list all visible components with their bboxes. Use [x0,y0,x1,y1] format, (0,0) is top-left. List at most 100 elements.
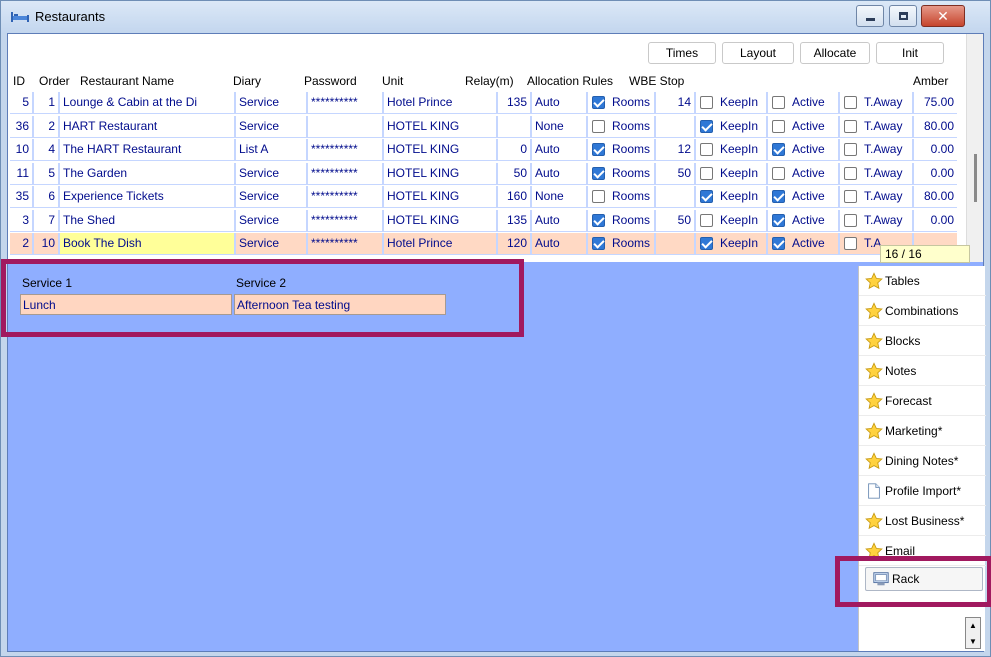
minimize-button[interactable] [856,5,884,27]
cell-name[interactable]: Lounge & Cabin at the Di [60,92,234,113]
rooms-checkbox[interactable] [592,119,605,133]
cell-amber[interactable]: 0.00 [914,209,957,231]
cell-amber[interactable]: 0.00 [914,139,957,160]
active-checkbox[interactable] [772,96,785,109]
keepin-checkbox[interactable] [700,213,713,227]
cell-unit[interactable]: HOTEL KING [384,139,496,160]
column-header-amber[interactable]: Amber [913,74,948,88]
cell-unit[interactable]: Hotel Prince [384,233,496,254]
cell-pass[interactable]: ********** [308,92,382,113]
column-header-unit[interactable]: Unit [382,74,403,88]
cell-unit[interactable]: Hotel Prince [384,92,496,113]
cell-wbe[interactable]: 50 [656,209,694,231]
cell-unit[interactable]: HOTEL KING [384,115,496,137]
cell-wbe[interactable]: 14 [656,92,694,113]
init-button[interactable]: Init [876,42,944,64]
side-button-tables[interactable]: Tables [859,266,986,296]
table-row[interactable]: 2 10 Book The Dish Service ********** Hotel P… [10,233,957,255]
cell-pass[interactable]: ********** [308,139,382,160]
service2-field[interactable]: Afternoon Tea testing [234,294,446,315]
cell-alloc[interactable]: Auto [532,209,586,231]
spin-down-icon[interactable]: ▼ [966,634,980,649]
cell-diary[interactable]: Service [236,115,306,137]
side-button-blocks[interactable]: Blocks [859,326,986,356]
rooms-checkbox[interactable] [592,190,605,203]
cell-unit[interactable]: HOTEL KING [384,162,496,184]
table-row[interactable]: 5 1 Lounge & Cabin at the Di Service *******… [10,92,957,114]
keepin-checkbox[interactable] [700,96,713,109]
cell-diary[interactable]: Service [236,162,306,184]
cell-alloc[interactable]: Auto [532,162,586,184]
cell-alloc[interactable]: None [532,115,586,137]
cell-pass[interactable]: ********** [308,186,382,207]
cell-diary[interactable]: List A [236,139,306,160]
cell-alloc[interactable]: Auto [532,92,586,113]
title-bar[interactable]: Restaurants ✕ [1,1,990,33]
keepin-checkbox[interactable] [700,119,713,133]
cell-pass[interactable] [308,115,382,137]
cell-pass[interactable]: ********** [308,162,382,184]
cell-alloc[interactable]: Auto [532,139,586,160]
cell-id[interactable]: 2 [10,233,32,254]
side-button-email[interactable]: Email [859,536,986,566]
taway-checkbox[interactable] [844,237,857,250]
cell-order[interactable]: 7 [34,209,58,231]
service1-field[interactable]: Lunch [20,294,232,315]
cell-relay[interactable] [498,115,530,137]
cell-wbe[interactable] [656,233,694,254]
column-header-password[interactable]: Password [304,74,357,88]
cell-diary[interactable]: Service [236,92,306,113]
cell-relay[interactable]: 135 [498,209,530,231]
cell-diary[interactable]: Service [236,186,306,207]
column-header-diary[interactable]: Diary [233,74,261,88]
cell-name[interactable]: The HART Restaurant [60,139,234,160]
cell-amber[interactable]: 0.00 [914,162,957,184]
cell-name[interactable]: The Garden [60,162,234,184]
cell-order[interactable]: 4 [34,139,58,160]
cell-amber[interactable]: 80.00 [914,115,957,137]
cell-name[interactable]: Experience Tickets [60,186,234,207]
side-button-lost-business[interactable]: Lost Business* [859,506,986,536]
keepin-checkbox[interactable] [700,237,713,250]
taway-checkbox[interactable] [844,190,857,203]
cell-wbe[interactable]: 50 [656,162,694,184]
cell-name[interactable]: Book The Dish [60,233,234,254]
rooms-checkbox[interactable] [592,213,605,227]
cell-relay[interactable]: 120 [498,233,530,254]
cell-alloc[interactable]: None [532,186,586,207]
cell-id[interactable]: 35 [10,186,32,207]
scrollbar-thumb[interactable] [974,154,977,202]
cell-diary[interactable]: Service [236,233,306,254]
side-button-combinations[interactable]: Combinations [859,296,986,326]
keepin-checkbox[interactable] [700,190,713,203]
cell-order[interactable]: 5 [34,162,58,184]
taway-checkbox[interactable] [844,119,857,133]
table-row[interactable]: 10 4 The HART Restaurant List A ********** HO… [10,139,957,161]
cell-amber[interactable]: 75.00 [914,92,957,113]
maximize-button[interactable] [889,5,917,27]
cell-order[interactable]: 10 [34,233,58,254]
taway-checkbox[interactable] [844,143,857,156]
column-header-name[interactable]: Restaurant Name [80,74,174,88]
column-header-id[interactable]: ID [13,74,25,88]
cell-unit[interactable]: HOTEL KING [384,186,496,207]
side-button-marketing[interactable]: Marketing* [859,416,986,446]
cell-alloc[interactable]: Auto [532,233,586,254]
cell-diary[interactable]: Service [236,209,306,231]
active-checkbox[interactable] [772,237,785,250]
column-header-relay[interactable]: Relay(m) [465,74,514,88]
keepin-checkbox[interactable] [700,143,713,156]
active-checkbox[interactable] [772,190,785,203]
cell-wbe[interactable] [656,115,694,137]
cell-relay[interactable]: 0 [498,139,530,160]
active-checkbox[interactable] [772,143,785,156]
side-menu-spinner[interactable]: ▲ ▼ [965,617,981,649]
grid-vertical-scrollbar[interactable] [966,34,983,262]
cell-name[interactable]: The Shed [60,209,234,231]
rooms-checkbox[interactable] [592,237,605,250]
cell-order[interactable]: 2 [34,115,58,137]
cell-order[interactable]: 6 [34,186,58,207]
side-button-dining-notes[interactable]: Dining Notes* [859,446,986,476]
cell-relay[interactable]: 160 [498,186,530,207]
cell-wbe[interactable]: 12 [656,139,694,160]
